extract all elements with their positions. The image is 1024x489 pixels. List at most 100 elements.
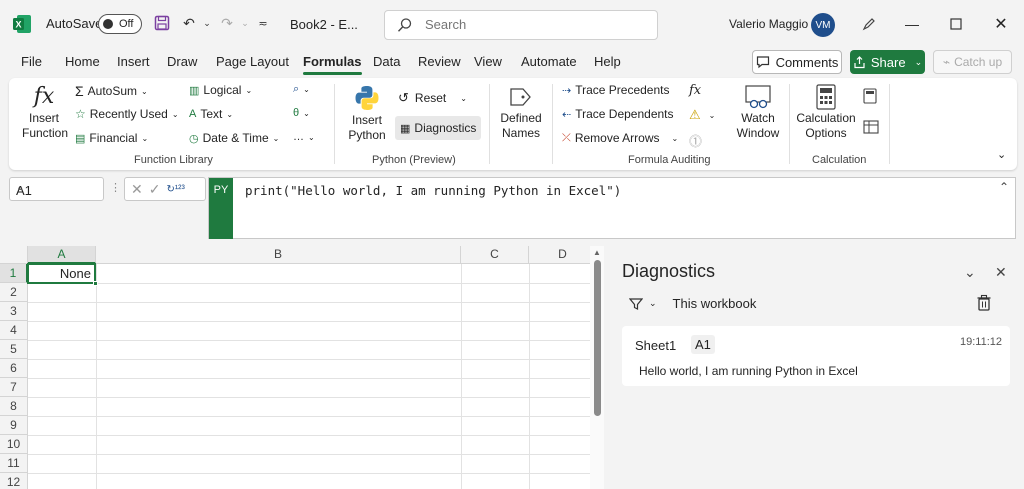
logical-book-icon: ▥ xyxy=(189,84,200,97)
fx-icon: fx xyxy=(33,84,55,109)
evaluate-formula-icon[interactable]: ⓵ xyxy=(689,131,702,150)
python-mode-badge[interactable]: PY xyxy=(209,178,233,239)
column-header-a[interactable]: A xyxy=(28,246,96,264)
column-header-b[interactable]: B xyxy=(96,246,461,264)
row-header-10[interactable]: 10 xyxy=(0,435,28,454)
customize-toolbar-icon[interactable]: ≂ xyxy=(252,12,274,34)
formula-input[interactable]: print("Hello world, I am running Python … xyxy=(245,183,621,198)
defined-names-button[interactable]: Defined Names xyxy=(496,84,546,141)
date-time-button[interactable]: ◷ Date & Time ⌄ xyxy=(189,131,279,145)
chevron-down-icon[interactable]: ⌄ xyxy=(16,182,98,193)
tab-review[interactable]: Review xyxy=(418,54,461,69)
cancel-icon[interactable]: ✕ xyxy=(131,181,143,198)
row-header-6[interactable]: 6 xyxy=(0,359,28,378)
catch-up-button[interactable]: ⌁ Catch up xyxy=(933,50,1012,74)
row-header-4[interactable]: 4 xyxy=(0,321,28,340)
tab-formulas[interactable]: Formulas xyxy=(303,54,362,75)
autosum-button[interactable]: Σ AutoSum ⌄ xyxy=(75,83,148,99)
search-input[interactable] xyxy=(425,17,645,32)
more-functions-button[interactable]: … ⌄ xyxy=(293,131,315,143)
row-header-8[interactable]: 8 xyxy=(0,397,28,416)
logical-label: Logical xyxy=(203,83,242,97)
chevron-down-icon: ⌄ xyxy=(303,108,310,118)
watch-window-button[interactable]: Watch Window xyxy=(733,84,783,141)
formula-bar[interactable]: PY print("Hello world, I am running Pyth… xyxy=(208,177,1016,239)
filter-icon xyxy=(629,297,643,310)
tab-file[interactable]: File xyxy=(21,54,42,69)
tab-help[interactable]: Help xyxy=(594,54,621,69)
calculation-options-button[interactable]: Calculation Options xyxy=(795,84,857,141)
enter-icon[interactable]: ✓ xyxy=(149,181,161,198)
lookup-reference-button[interactable]: ⌕ ⌄ xyxy=(293,83,310,96)
trace-precedents-button[interactable]: ⇢ Trace Precedents xyxy=(562,83,669,97)
tab-view[interactable]: View xyxy=(474,54,502,69)
lookup-icon: ⌕ xyxy=(293,83,300,95)
row-header-3[interactable]: 3 xyxy=(0,302,28,321)
diagnostics-filter[interactable]: ⌄ This workbook xyxy=(629,296,756,311)
reset-button[interactable]: ↺ Reset ⌄ xyxy=(398,90,467,106)
insert-python-button[interactable]: Insert Python xyxy=(342,84,392,143)
name-box[interactable]: A1 ⌄ xyxy=(9,177,104,201)
diagnostic-cell-ref[interactable]: A1 xyxy=(691,335,715,354)
calculate-sheet-icon[interactable] xyxy=(863,120,879,134)
row-header-11[interactable]: 11 xyxy=(0,454,28,473)
fill-handle[interactable] xyxy=(93,281,98,286)
collapse-ribbon-icon[interactable]: ⌄ xyxy=(997,148,1006,161)
minimize-icon[interactable]: — xyxy=(900,12,924,36)
math-trig-button[interactable]: θ ⌄ xyxy=(293,107,310,119)
row-header-12[interactable]: 12 xyxy=(0,473,28,489)
scrollbar-thumb[interactable] xyxy=(594,260,601,416)
share-dropdown-icon[interactable]: ⌄ xyxy=(915,57,923,68)
logical-button[interactable]: ▥ Logical ⌄ xyxy=(189,83,252,97)
scroll-up-icon[interactable]: ▲ xyxy=(593,248,601,257)
pane-options-chevron-icon[interactable]: ⌄ xyxy=(964,264,976,281)
select-all-corner[interactable] xyxy=(0,246,28,264)
tab-automate[interactable]: Automate xyxy=(521,54,577,69)
column-header-d[interactable]: D xyxy=(529,246,590,264)
row-header-7[interactable]: 7 xyxy=(0,378,28,397)
comments-button[interactable]: Comments xyxy=(752,50,842,74)
diagnostics-button[interactable]: ▦ Diagnostics xyxy=(395,116,482,140)
user-name[interactable]: Valerio Maggio xyxy=(729,17,808,31)
python-output-icon[interactable]: ↻¹²³ xyxy=(166,184,184,195)
row-header-9[interactable]: 9 xyxy=(0,416,28,435)
gridline xyxy=(461,264,462,489)
tab-insert[interactable]: Insert xyxy=(117,54,150,69)
column-header-c[interactable]: C xyxy=(461,246,529,264)
vertical-scrollbar[interactable]: ▲ xyxy=(590,246,604,489)
calculate-now-icon[interactable] xyxy=(863,88,877,104)
row-header-1[interactable]: 1 xyxy=(0,264,28,283)
maximize-icon[interactable] xyxy=(944,12,968,36)
share-button[interactable]: Share ⌄ xyxy=(850,50,925,74)
error-checking-button[interactable]: ⚠ ⌄ xyxy=(689,107,715,123)
close-icon[interactable]: ✕ xyxy=(989,12,1013,36)
document-title[interactable]: Book2 - E... xyxy=(290,17,358,32)
collapse-formula-bar-icon[interactable]: ⌃ xyxy=(999,180,1009,194)
search-box[interactable] xyxy=(384,10,658,40)
cell-a1[interactable]: None xyxy=(27,263,98,286)
insert-function-button[interactable]: fx Insert Function xyxy=(22,84,68,141)
save-icon[interactable] xyxy=(151,12,173,34)
tab-home[interactable]: Home xyxy=(65,54,100,69)
autosave-toggle[interactable]: Off xyxy=(98,14,142,34)
trash-icon[interactable] xyxy=(976,294,992,312)
calculation-options-label: Calculation Options xyxy=(796,111,856,140)
close-pane-icon[interactable]: ✕ xyxy=(995,264,1007,281)
spreadsheet-grid[interactable]: A B C D 1 2 3 4 5 6 7 8 9 10 11 12 None xyxy=(0,246,590,489)
gridline xyxy=(28,397,590,398)
tab-page-layout[interactable]: Page Layout xyxy=(216,54,289,69)
show-formulas-icon[interactable]: fx xyxy=(689,83,701,98)
trace-dependents-button[interactable]: ⇠ Trace Dependents xyxy=(562,107,674,121)
coauthoring-pen-icon[interactable] xyxy=(857,12,881,36)
remove-arrows-button[interactable]: ⤫ Remove Arrows ⌄ xyxy=(562,131,678,145)
avatar[interactable]: VM xyxy=(811,13,835,37)
recently-used-button[interactable]: ☆ Recently Used ⌄ xyxy=(75,107,179,121)
financial-button[interactable]: ▤ Financial ⌄ xyxy=(75,131,148,145)
diagnostic-entry[interactable]: Sheet1 A1 19:11:12 Hello world, I am run… xyxy=(622,326,1010,386)
tab-data[interactable]: Data xyxy=(373,54,400,69)
row-header-5[interactable]: 5 xyxy=(0,340,28,359)
tab-draw[interactable]: Draw xyxy=(167,54,197,69)
text-button[interactable]: A Text ⌄ xyxy=(189,107,233,121)
undo-dropdown-icon[interactable]: ⌄ xyxy=(196,12,218,34)
row-header-2[interactable]: 2 xyxy=(0,283,28,302)
